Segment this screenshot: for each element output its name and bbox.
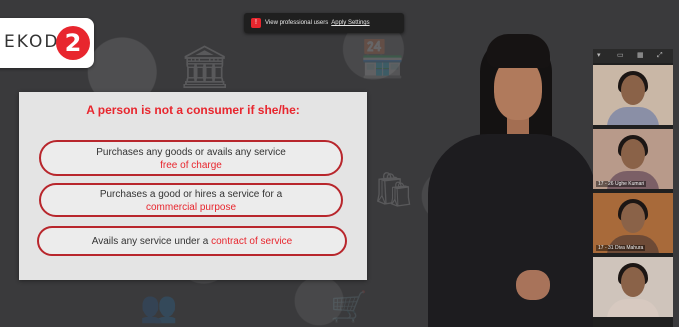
condition-item-2: Purchases a good or hires a service for … [39, 183, 343, 217]
condition-item-2-highlight: commercial purpose [145, 202, 237, 213]
recording-notice[interactable]: ! View professional users Apply Settings [244, 13, 404, 33]
participant-tile[interactable] [593, 257, 673, 317]
notice-icon: ! [251, 18, 261, 28]
people-icon: 👥 [140, 290, 178, 325]
cart-icon: 🛒 [330, 290, 368, 325]
notice-text: View professional users [265, 20, 329, 26]
presenter-hands [516, 270, 550, 300]
gallery-pin-icon[interactable]: ▾ [597, 49, 601, 63]
slide-title: A person is not a consumer if she/he: [86, 103, 300, 117]
condition-item-2-text: Purchases a good or hires a service for … [99, 189, 283, 200]
gallery-grid-icon[interactable]: ▦ [637, 49, 644, 63]
participant-tile[interactable] [593, 65, 673, 125]
bank-building-icon: 🏛 [178, 42, 232, 91]
presenter-body [428, 134, 596, 327]
shop-icon: 🏪 [360, 39, 405, 80]
video-stage: 🏛 🏪 🛍 👥 🛒 EKODE 2 ! View professional us… [0, 0, 679, 327]
participant-name: 17 - 26 Ughe Kumari [596, 181, 647, 187]
logo-mark-icon: 2 [56, 26, 90, 60]
participant-name: 17 - 31 Diva Mahura [596, 245, 646, 251]
condition-item-1-text: Purchases any goods or avails any servic… [96, 147, 286, 158]
presenter-hair-top [486, 34, 550, 68]
participant-gallery: ▾ ▭ ▦ ⤢ 17 - 26 Ughe Kumari 17 - 31 Diva… [593, 49, 673, 327]
gallery-layout-icon[interactable]: ▭ [617, 49, 624, 63]
condition-item-1-highlight: free of charge [160, 160, 222, 171]
presenter-video [418, 30, 596, 327]
presentation-slide: A person is not a consumer if she/he: Pu… [19, 92, 367, 280]
condition-item-3-text: Avails any service under a [91, 236, 209, 247]
condition-item-3: Avails any service under a contract of s… [37, 226, 347, 256]
condition-item-3-highlight: contract of service [211, 236, 293, 247]
shopping-bag-icon: 🛍 [372, 170, 416, 210]
gallery-toolbar: ▾ ▭ ▦ ⤢ [593, 49, 673, 63]
participant-tile[interactable]: 17 - 26 Ughe Kumari [593, 129, 673, 189]
notice-link[interactable]: Apply Settings [331, 20, 369, 26]
participant-tile[interactable]: 17 - 31 Diva Mahura [593, 193, 673, 253]
gallery-expand-icon[interactable]: ⤢ [657, 49, 663, 63]
condition-item-1: Purchases any goods or avails any servic… [39, 140, 343, 176]
brand-logo: EKODE 2 [0, 18, 94, 68]
